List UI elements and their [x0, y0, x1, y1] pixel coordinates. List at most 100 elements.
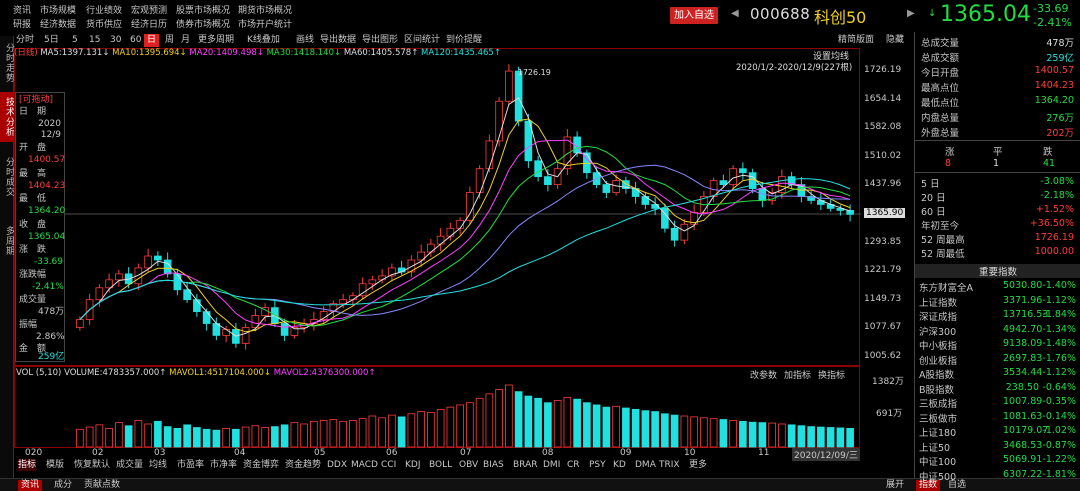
add-to-watchlist-button[interactable]: 加入自选	[670, 7, 718, 24]
tab-intraday-trades[interactable]: 分时成交	[0, 152, 14, 202]
index-name[interactable]: 中小板指	[919, 338, 957, 352]
index-name[interactable]: 三板成指	[919, 396, 957, 410]
toolbar-item-range-stats[interactable]: 区间统计	[404, 34, 440, 47]
prev-arrow-icon[interactable]: ◀	[731, 8, 739, 19]
indicator-tab[interactable]: 资金博弈	[243, 459, 279, 471]
indicator-tab[interactable]: 市盈率	[177, 459, 204, 471]
nav-economic-calendar[interactable]: 经济日历	[131, 17, 167, 30]
indicator-tab[interactable]: DMA	[635, 459, 656, 471]
indicator-tab[interactable]: 市净率	[210, 459, 237, 471]
indicator-tab[interactable]: OBV	[459, 459, 478, 471]
indicator-tab[interactable]: MACD	[351, 459, 378, 471]
nav-economic-data[interactable]: 经济数据	[40, 17, 76, 30]
bottom-tab-components[interactable]: 成分	[54, 480, 72, 491]
toolbar-item[interactable]: 分时	[16, 34, 34, 47]
index-value: 5030.80	[1003, 280, 1043, 291]
indicator-tab[interactable]: BOLL	[429, 459, 452, 471]
next-arrow-icon[interactable]: ▶	[907, 8, 915, 19]
indicator-tab[interactable]: PSY	[589, 459, 606, 471]
index-name[interactable]: 三板做市	[919, 411, 957, 425]
toolbar-item-daily[interactable]: 日	[144, 34, 160, 47]
tab-multi-period[interactable]: 多周期	[0, 216, 14, 266]
index-name[interactable]: 中证500	[919, 469, 956, 483]
index-name[interactable]: A股指数	[919, 367, 954, 381]
bottom-expand[interactable]: 展开	[886, 480, 904, 491]
period-label: 52 周最高	[921, 235, 965, 246]
indicator-tab[interactable]: CR	[567, 459, 580, 471]
indicator-tab[interactable]: 成交量	[116, 459, 143, 471]
toolbar-item[interactable]: 60	[130, 34, 141, 47]
index-name[interactable]: 深证成指	[919, 309, 957, 323]
index-name[interactable]: 沪深300	[919, 324, 956, 338]
toolbar-item[interactable]: 周	[165, 34, 174, 47]
candle-info-panel[interactable]: [可拖动] 日 期 2020 12/9 开 盘 1400.57 最 高 1404…	[15, 92, 65, 362]
draggable-tag[interactable]: [可拖动]	[19, 95, 53, 105]
indicator-tab[interactable]: 资金趋势	[285, 459, 321, 471]
indicator-tab[interactable]: 均线	[149, 459, 167, 471]
toolbar-item[interactable]: 5	[72, 34, 78, 47]
index-name[interactable]: 上证指数	[919, 295, 957, 309]
nav-stock-market[interactable]: 股票市场概况	[176, 3, 230, 16]
index-name[interactable]: 上证50	[919, 440, 950, 454]
candle-body	[544, 176, 552, 185]
y-tick: 1365.90	[864, 208, 906, 218]
volume-chart-area[interactable]	[14, 366, 860, 448]
bottom-tab-news[interactable]: 资讯	[18, 480, 43, 491]
candlestick-chart-area[interactable]: 1726.19	[14, 48, 861, 366]
volume-bar	[427, 412, 435, 448]
volume-bar	[729, 420, 737, 448]
mavol2-value: MAVOL2:4376300.000↑	[273, 368, 376, 378]
nav-market-size[interactable]: 市场规模	[40, 3, 76, 16]
indicator-tab[interactable]: BIAS	[483, 459, 504, 471]
indicator-tab[interactable]: CCI	[381, 459, 396, 471]
top-navigation: 资讯 市场规模 行业绩效 宏观预测 股票市场概况 期货市场概况 研报 经济数据 …	[0, 0, 1080, 32]
indicator-tab[interactable]: BRAR	[513, 459, 537, 471]
toolbar-hide[interactable]: 隐藏	[886, 34, 904, 47]
nav-bond-market[interactable]: 债券市场概况	[176, 17, 230, 30]
toolbar-item[interactable]: 15	[89, 34, 100, 47]
indicator-tab[interactable]: 模版	[46, 459, 64, 471]
indicator-tab[interactable]: DMI	[543, 459, 560, 471]
indicator-tab[interactable]: 更多	[689, 459, 707, 471]
nav-news[interactable]: 资讯	[13, 3, 31, 16]
indicator-tab[interactable]: KD	[613, 459, 626, 471]
indicator-tab[interactable]: 恢复默认	[74, 459, 110, 471]
index-name[interactable]: 创业板指	[919, 353, 957, 367]
index-name[interactable]: 中证100	[919, 454, 956, 468]
nav-account-stats[interactable]: 市场开户统计	[238, 17, 292, 30]
nav-macro-forecast[interactable]: 宏观预测	[131, 3, 167, 16]
toolbar-item[interactable]: 5日	[44, 34, 59, 47]
switch-indicator-button[interactable]: 换指标	[818, 368, 845, 381]
indicator-tab[interactable]: 指标	[18, 459, 37, 471]
indicator-tab[interactable]: KDJ	[405, 459, 421, 471]
candle-body	[144, 255, 152, 269]
nav-futures-market[interactable]: 期货市场概况	[238, 3, 292, 16]
bottom-tab-contribution[interactable]: 贡献点数	[84, 480, 120, 491]
toolbar-item-kline-overlay[interactable]: K线叠加	[247, 34, 280, 47]
toolbar-item-export-data[interactable]: 导出数据	[320, 34, 356, 47]
tab-technical-analysis[interactable]: 技术分析	[0, 92, 14, 142]
price-change: -33.69	[1033, 2, 1069, 15]
toolbar-item-price-alert[interactable]: 到价提醒	[446, 34, 482, 47]
stat-value: 1364.20	[1034, 95, 1074, 106]
toolbar-compact-layout[interactable]: 精简版面	[838, 34, 874, 47]
indicator-tab[interactable]: TRIX	[659, 459, 680, 471]
index-value: 3371.96	[1003, 294, 1043, 306]
indicator-tab[interactable]: DDX	[327, 459, 347, 471]
nav-industry-performance[interactable]: 行业绩效	[86, 3, 122, 16]
toolbar-item-more-periods[interactable]: 更多周期	[198, 34, 234, 47]
toolbar-item-draw[interactable]: 画线	[296, 34, 314, 47]
nav-money-supply[interactable]: 货币供应	[86, 17, 122, 30]
index-name[interactable]: 上证180	[919, 425, 956, 439]
index-name[interactable]: 东方财富全A	[919, 280, 973, 294]
index-name[interactable]: B股指数	[919, 382, 954, 396]
add-indicator-button[interactable]: 加指标	[784, 368, 811, 381]
tab-intraday[interactable]: 分时走势	[0, 40, 14, 86]
toolbar-item[interactable]: 月	[181, 34, 190, 47]
stat-value: 259亿	[1046, 53, 1074, 64]
toolbar-item[interactable]: 30	[110, 34, 121, 47]
toolbar-item-export-image[interactable]: 导出图形	[362, 34, 398, 47]
nav-research[interactable]: 研报	[13, 17, 31, 30]
volume-bar	[193, 427, 201, 448]
change-params-button[interactable]: 改参数	[750, 368, 777, 381]
